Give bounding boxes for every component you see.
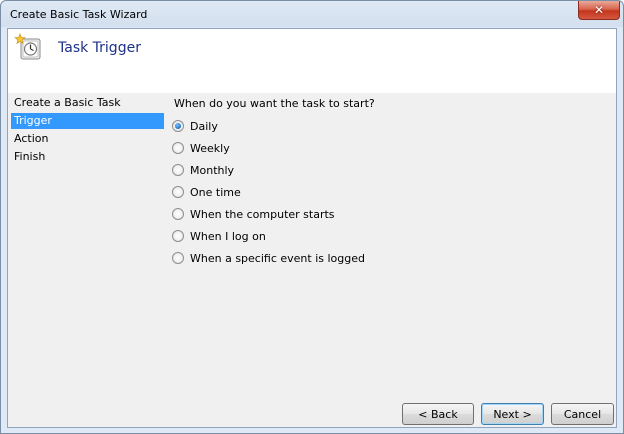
radio-daily[interactable]: [172, 120, 184, 132]
option-label[interactable]: Weekly: [190, 142, 230, 155]
option-label[interactable]: When a specific event is logged: [190, 252, 365, 265]
title-bar[interactable]: Create Basic Task Wizard ✕: [1, 1, 623, 28]
wizard-window: Create Basic Task Wizard ✕ Task Trigger …: [0, 0, 624, 434]
trigger-options-panel: When do you want the task to start? Dail…: [172, 93, 612, 393]
radio-monthly[interactable]: [172, 164, 184, 176]
option-weekly[interactable]: Weekly: [172, 140, 230, 156]
radio-weekly[interactable]: [172, 142, 184, 154]
option-event-logged[interactable]: When a specific event is logged: [172, 250, 365, 266]
option-log-on[interactable]: When I log on: [172, 228, 266, 244]
step-trigger[interactable]: Trigger: [11, 113, 164, 129]
option-label[interactable]: When the computer starts: [190, 208, 335, 221]
radio-log-on[interactable]: [172, 230, 184, 242]
trigger-question: When do you want the task to start?: [174, 97, 375, 110]
wizard-header: Task Trigger: [8, 29, 616, 93]
wizard-client-area: Task Trigger Create a Basic Task Trigger…: [7, 28, 617, 428]
step-action[interactable]: Action: [11, 131, 164, 147]
task-scheduler-clock-icon: [14, 33, 41, 60]
window-title: Create Basic Task Wizard: [10, 8, 148, 21]
wizard-step-list: Create a Basic Task Trigger Action Finis…: [8, 93, 164, 427]
close-icon: ✕: [593, 3, 605, 17]
option-label[interactable]: When I log on: [190, 230, 266, 243]
option-label[interactable]: Monthly: [190, 164, 234, 177]
step-create-basic-task[interactable]: Create a Basic Task: [11, 95, 164, 111]
radio-checked-dot: [175, 123, 181, 129]
close-button[interactable]: ✕: [578, 1, 620, 20]
next-button[interactable]: Next >: [481, 403, 544, 425]
option-monthly[interactable]: Monthly: [172, 162, 234, 178]
radio-event-logged[interactable]: [172, 252, 184, 264]
option-computer-starts[interactable]: When the computer starts: [172, 206, 335, 222]
option-daily[interactable]: Daily: [172, 118, 218, 134]
option-one-time[interactable]: One time: [172, 184, 241, 200]
option-label[interactable]: One time: [190, 186, 241, 199]
back-button[interactable]: < Back: [402, 403, 474, 425]
step-finish[interactable]: Finish: [11, 149, 164, 165]
option-label[interactable]: Daily: [190, 120, 218, 133]
radio-computer-starts[interactable]: [172, 208, 184, 220]
radio-one-time[interactable]: [172, 186, 184, 198]
cancel-button[interactable]: Cancel: [551, 403, 614, 425]
page-title: Task Trigger: [58, 40, 141, 56]
